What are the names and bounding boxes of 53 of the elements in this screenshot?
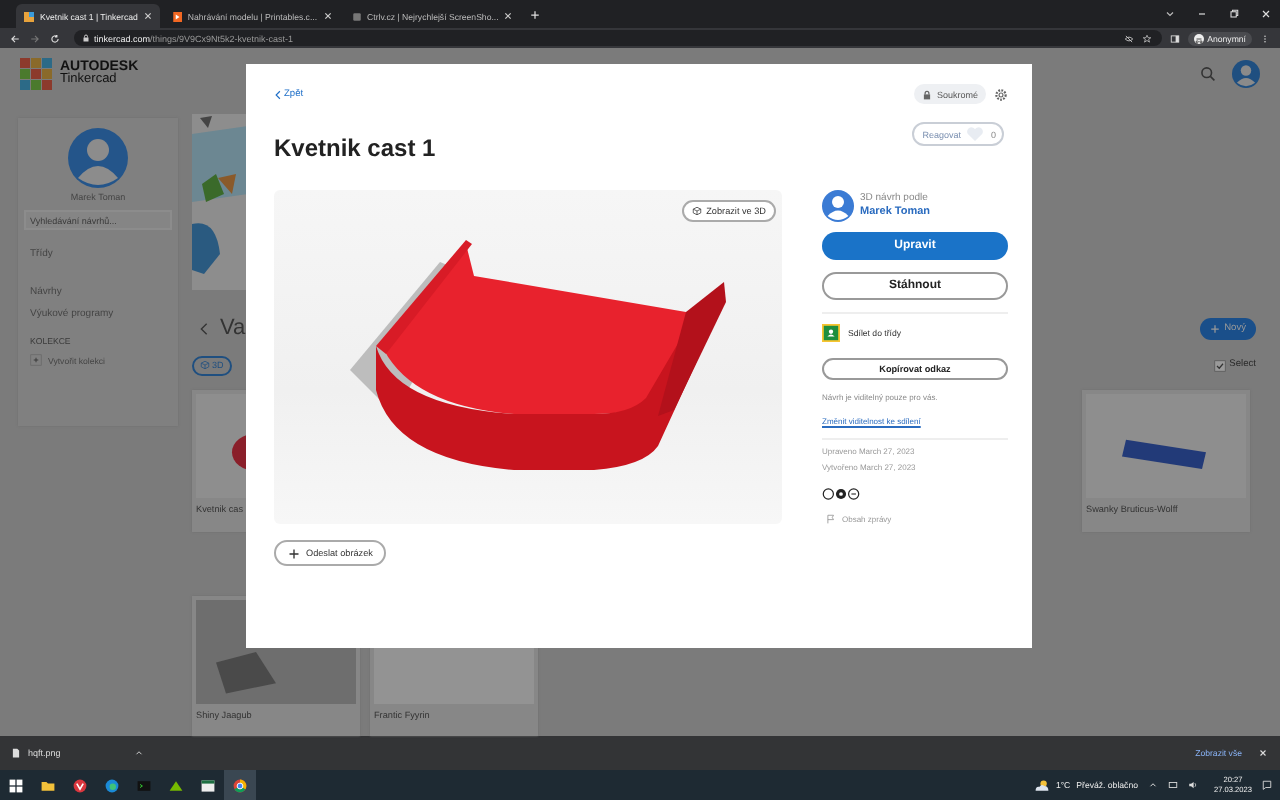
forward-icon[interactable] (30, 33, 40, 43)
plus-icon (30, 354, 42, 366)
avatar-icon[interactable] (1232, 59, 1260, 87)
browser-icon[interactable] (72, 777, 88, 793)
caret-icon (134, 748, 144, 758)
cube-icon (200, 360, 210, 370)
flag-icon (826, 514, 836, 524)
windows-start-icon[interactable] (8, 777, 24, 793)
cube-icon (692, 206, 703, 216)
classroom-icon (822, 324, 840, 342)
app-icon[interactable] (168, 777, 184, 793)
close-icon[interactable] (323, 12, 332, 20)
plus-icon (288, 547, 300, 559)
lock-icon (82, 34, 90, 42)
plus-icon (1210, 323, 1221, 333)
chevron-left-icon (274, 89, 282, 99)
incognito-icon (1193, 33, 1204, 43)
checkbox-icon (1213, 359, 1226, 371)
page-heading: Va (220, 316, 246, 340)
network-icon[interactable] (1167, 780, 1178, 790)
close-icon[interactable] (1260, 8, 1272, 20)
cloud-icon (1033, 777, 1050, 793)
file-icon (12, 748, 20, 758)
chevron-up-icon[interactable] (1147, 780, 1158, 790)
reload-icon[interactable] (50, 33, 60, 43)
notification-icon[interactable] (1262, 780, 1272, 790)
chrome-icon[interactable] (232, 777, 248, 793)
chevron-down-icon[interactable] (1164, 8, 1176, 20)
close-icon[interactable] (143, 12, 152, 20)
minimize-icon[interactable] (1196, 8, 1208, 20)
close-icon[interactable] (1258, 748, 1268, 758)
edge-icon[interactable] (104, 777, 120, 793)
design-title: Kvetnik cast 1 (274, 134, 436, 162)
favicon-icon (24, 11, 34, 21)
settings-icon[interactable] (994, 87, 1008, 101)
logo-icon (20, 57, 52, 89)
license-icon (822, 488, 860, 500)
new-tab-icon[interactable] (530, 9, 541, 19)
spreadsheet-icon[interactable] (200, 777, 216, 793)
eye-slash-icon[interactable] (1123, 33, 1134, 43)
restore-icon[interactable] (1228, 8, 1240, 20)
speaker-icon[interactable] (1187, 780, 1198, 790)
search-icon[interactable] (1200, 65, 1216, 81)
favicon-icon (351, 11, 362, 21)
close-icon[interactable] (504, 12, 513, 20)
avatar-icon (68, 128, 128, 188)
lock-icon (922, 89, 933, 99)
folder-icon[interactable] (40, 777, 56, 793)
side-panel-icon[interactable] (1169, 33, 1180, 43)
heart-icon (966, 126, 985, 142)
favicon-icon (171, 11, 182, 21)
star-icon[interactable] (1141, 33, 1152, 43)
avatar-icon (822, 190, 854, 222)
